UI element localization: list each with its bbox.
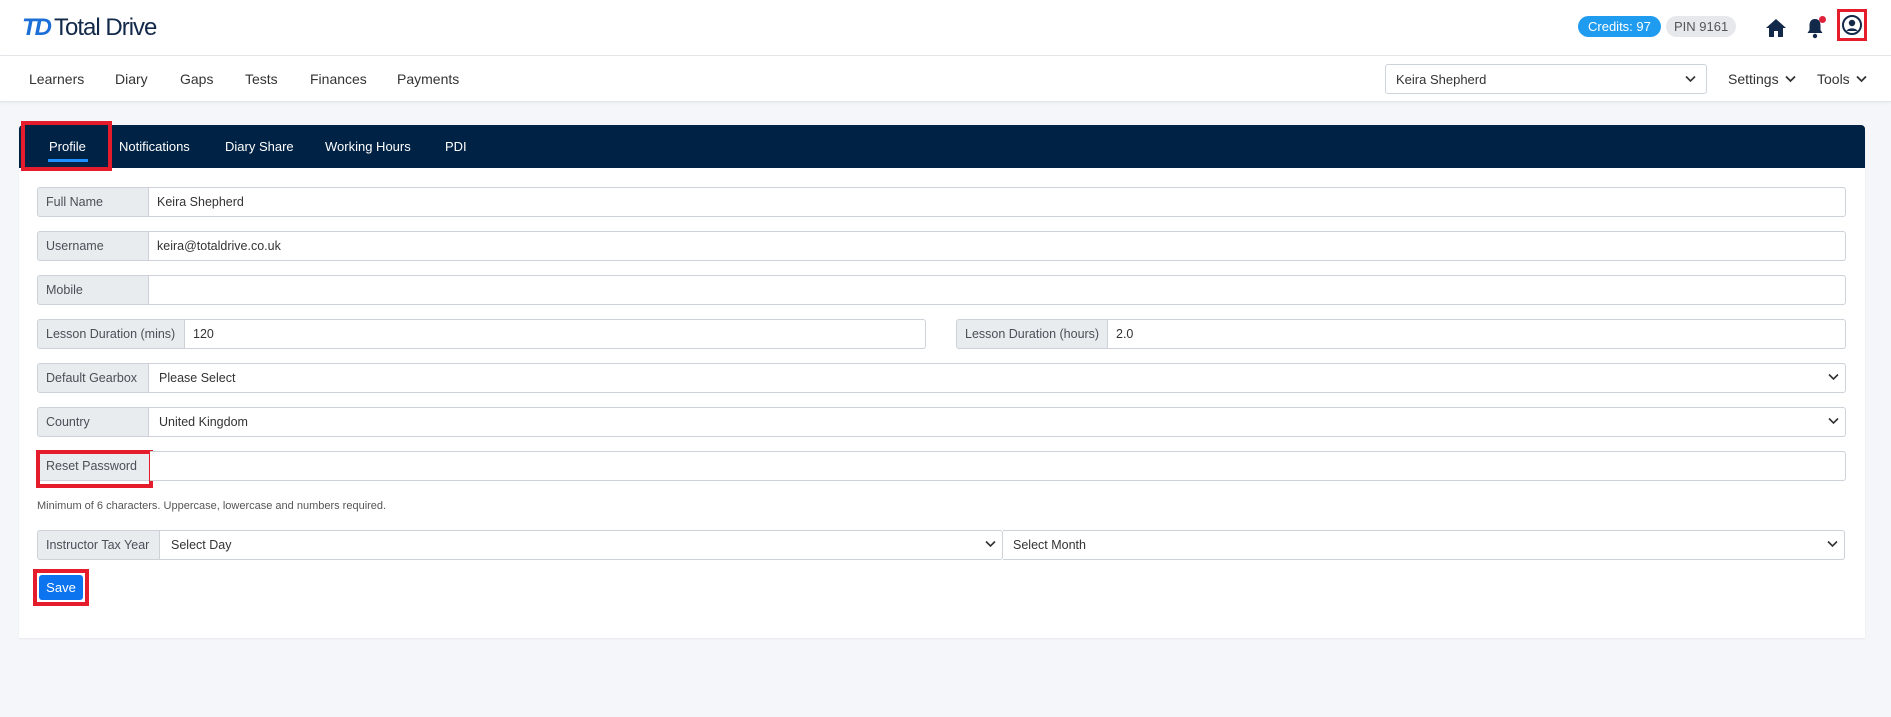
chevron-down-icon bbox=[1828, 417, 1839, 425]
chevron-down-icon bbox=[1828, 373, 1839, 381]
user-icon bbox=[1842, 15, 1862, 35]
username-label: Username bbox=[37, 231, 149, 261]
reset-password-label: Reset Password bbox=[36, 450, 153, 488]
chevron-down-icon bbox=[1827, 540, 1838, 548]
nav-diary[interactable]: Diary bbox=[115, 71, 148, 87]
nav-tests[interactable]: Tests bbox=[245, 71, 278, 87]
tools-label: Tools bbox=[1817, 71, 1850, 87]
tab-diary-share[interactable]: Diary Share bbox=[225, 139, 294, 154]
logo-mark: TD bbox=[22, 14, 52, 41]
country-label: Country bbox=[37, 407, 149, 437]
default-gearbox-select[interactable]: Please Select bbox=[149, 363, 1846, 393]
top-header: TD Total Drive Credits: 97 PIN 9161 bbox=[0, 0, 1891, 56]
nav-learners[interactable]: Learners bbox=[29, 71, 84, 87]
username-row: Username keira@totaldrive.co.uk bbox=[37, 231, 1846, 261]
country-select[interactable]: United Kingdom bbox=[149, 407, 1846, 437]
settings-label: Settings bbox=[1728, 71, 1779, 87]
default-gearbox-label: Default Gearbox bbox=[37, 363, 149, 393]
settings-dropdown[interactable]: Settings bbox=[1728, 71, 1796, 87]
total-drive-logo[interactable]: TD Total Drive bbox=[22, 14, 157, 42]
chevron-down-icon bbox=[1685, 75, 1696, 83]
instructor-tax-year-label: Instructor Tax Year bbox=[37, 530, 160, 560]
main-nav: Learners Diary Gaps Tests Finances Payme… bbox=[0, 56, 1891, 102]
tax-day-select[interactable]: Select Day bbox=[160, 530, 1003, 560]
reset-password-row: Reset Password bbox=[36, 450, 1846, 488]
lesson-duration-hours-row: Lesson Duration (hours) 2.0 bbox=[956, 319, 1846, 349]
logo-text: Total Drive bbox=[54, 14, 157, 41]
default-gearbox-row: Default Gearbox Please Select bbox=[37, 363, 1846, 393]
tax-month-value: Select Month bbox=[1013, 538, 1086, 552]
save-button[interactable]: Save bbox=[39, 575, 83, 600]
password-hint: Minimum of 6 characters. Uppercase, lowe… bbox=[37, 500, 387, 512]
tab-profile[interactable]: Profile bbox=[49, 139, 86, 154]
tax-day-value: Select Day bbox=[171, 538, 232, 552]
username-input[interactable]: keira@totaldrive.co.uk bbox=[149, 231, 1846, 261]
tax-month-select[interactable]: Select Month bbox=[1003, 530, 1845, 560]
full-name-input[interactable]: Keira Shepherd bbox=[149, 187, 1846, 217]
tab-pdi[interactable]: PDI bbox=[445, 139, 467, 154]
tab-working-hours[interactable]: Working Hours bbox=[325, 139, 411, 154]
home-icon[interactable] bbox=[1763, 15, 1789, 41]
chevron-down-icon bbox=[1784, 75, 1796, 83]
user-profile-button[interactable] bbox=[1837, 9, 1867, 41]
settings-tabs: Profile Notifications Diary Share Workin… bbox=[19, 121, 1865, 171]
profile-panel: Profile Notifications Diary Share Workin… bbox=[19, 121, 1865, 638]
chevron-down-icon bbox=[1856, 75, 1867, 83]
lesson-duration-hours-input[interactable]: 2.0 bbox=[1108, 319, 1846, 349]
instructor-tax-year-row: Instructor Tax Year Select Day Select Mo… bbox=[37, 530, 1845, 560]
instructor-select-value: Keira Shepherd bbox=[1396, 72, 1487, 87]
default-gearbox-value: Please Select bbox=[159, 371, 236, 385]
country-row: Country United Kingdom bbox=[37, 407, 1846, 437]
active-tab-underline bbox=[48, 159, 88, 162]
country-value: United Kingdom bbox=[159, 415, 248, 429]
mobile-label: Mobile bbox=[37, 275, 149, 305]
nav-finances[interactable]: Finances bbox=[310, 71, 367, 87]
bell-icon[interactable] bbox=[1802, 15, 1828, 41]
lesson-duration-mins-label: Lesson Duration (mins) bbox=[37, 319, 185, 349]
chevron-down-icon bbox=[985, 540, 996, 548]
full-name-label: Full Name bbox=[37, 187, 149, 217]
credits-badge[interactable]: Credits: 97 bbox=[1578, 16, 1661, 37]
lesson-duration-mins-row: Lesson Duration (mins) 120 bbox=[37, 319, 926, 349]
reset-password-input[interactable] bbox=[150, 451, 1846, 481]
mobile-row: Mobile bbox=[37, 275, 1846, 305]
save-highlight: Save bbox=[33, 569, 89, 606]
nav-payments[interactable]: Payments bbox=[397, 71, 459, 87]
reset-password-label-text: Reset Password bbox=[46, 459, 138, 473]
nav-gaps[interactable]: Gaps bbox=[180, 71, 213, 87]
mobile-input[interactable] bbox=[149, 275, 1846, 305]
tab-notifications[interactable]: Notifications bbox=[119, 139, 190, 154]
full-name-row: Full Name Keira Shepherd bbox=[37, 187, 1846, 217]
lesson-duration-hours-label: Lesson Duration (hours) bbox=[956, 319, 1108, 349]
lesson-duration-mins-input[interactable]: 120 bbox=[185, 319, 926, 349]
tools-dropdown[interactable]: Tools bbox=[1817, 71, 1867, 87]
notification-dot bbox=[1819, 16, 1826, 23]
instructor-select[interactable]: Keira Shepherd bbox=[1385, 64, 1707, 94]
pin-badge: PIN 9161 bbox=[1666, 16, 1737, 37]
